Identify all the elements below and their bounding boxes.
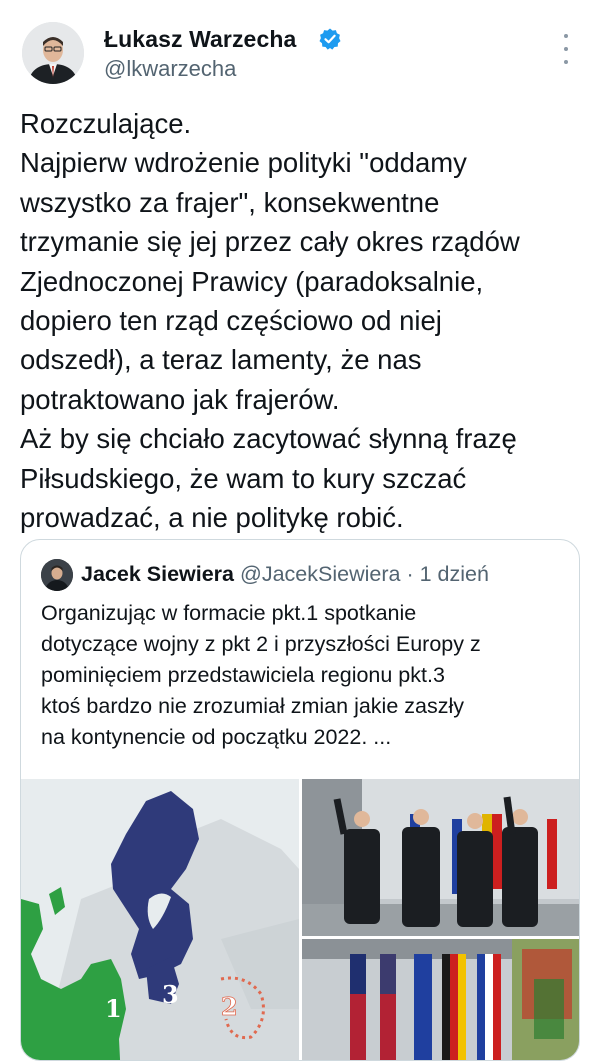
author-name[interactable]: Łukasz Warzecha bbox=[104, 26, 296, 53]
quoted-author-handle[interactable]: @JacekSiewiera bbox=[240, 562, 400, 586]
tweet-line: Piłsudskiego, że wam to kury szczać bbox=[20, 462, 467, 494]
author-avatar[interactable] bbox=[22, 22, 84, 84]
flags-photo[interactable] bbox=[302, 939, 579, 1060]
tweet-line: Najpierw wdrożenie polityki "oddamy bbox=[20, 147, 467, 179]
tweet-line: prowadzać, a nie politykę robić. bbox=[20, 502, 404, 534]
quoted-tweet[interactable]: Jacek Siewiera @JacekSiewiera · 1 dzień … bbox=[20, 539, 580, 1061]
tweet-line: Aż by się chciało zacytować słynną frazę bbox=[20, 423, 517, 455]
verified-badge-icon bbox=[318, 27, 342, 51]
more-options-icon[interactable] bbox=[554, 34, 578, 64]
quoted-timestamp[interactable]: 1 dzień bbox=[420, 562, 489, 586]
map-image[interactable]: 1 3 2 bbox=[21, 779, 299, 1060]
quoted-line: Organizując w formacie pkt.1 spotkanie bbox=[41, 601, 417, 625]
author-handle[interactable]: @lkwarzecha bbox=[104, 56, 236, 82]
tweet-line: wszystko za frajer", konsekwentne bbox=[20, 186, 440, 218]
quoted-line: ktoś bardzo nie zrozumiał zmian jakie za… bbox=[41, 694, 464, 718]
tweet-line: dopiero ten rząd częściowo od niej bbox=[20, 305, 442, 337]
tweet-line: Rozczulające. bbox=[20, 108, 192, 139]
quoted-text: Organizując w formacie pkt.1 spotkanie d… bbox=[41, 598, 571, 753]
map-label-1: 1 bbox=[105, 994, 122, 1023]
quoted-line: na kontynencie od początku 2022. ... bbox=[41, 725, 392, 749]
tweet-line: odszedł), a teraz lamenty, że nas bbox=[20, 344, 422, 376]
quoted-author-name[interactable]: Jacek Siewiera bbox=[81, 562, 234, 586]
quoted-header: Jacek Siewiera @JacekSiewiera · 1 dzień bbox=[81, 562, 489, 587]
quoted-line: dotyczące wojny z pkt 2 i przyszłości Eu… bbox=[41, 632, 481, 656]
map-label-2: 2 bbox=[221, 992, 238, 1021]
map-label-3: 3 bbox=[162, 980, 179, 1009]
separator-dot: · bbox=[406, 562, 414, 586]
leaders-photo[interactable] bbox=[302, 779, 579, 936]
tweet-line: trzymanie się jej przez cały okres rządó… bbox=[20, 226, 520, 258]
quoted-line: pominięciem przedstawiciela regionu pkt.… bbox=[41, 663, 445, 687]
quoted-author-avatar[interactable] bbox=[41, 559, 73, 591]
tweet-line: Zjednoczonej Prawicy (paradoksalnie, bbox=[20, 265, 484, 297]
tweet-line: potraktowano jak frajerów. bbox=[20, 383, 340, 415]
tweet-text: Rozczulające. Najpierw wdrożenie polityk… bbox=[20, 104, 580, 537]
